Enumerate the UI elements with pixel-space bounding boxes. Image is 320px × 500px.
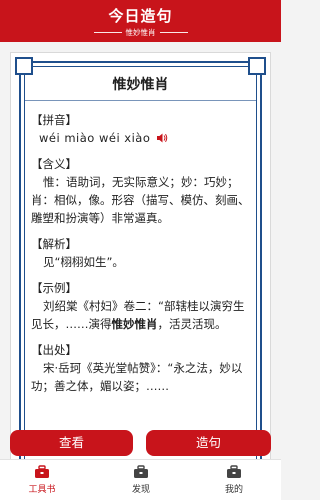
toolbox-icon — [35, 465, 49, 478]
source-label: 【出处】 — [31, 343, 77, 357]
subtitle-divider-left — [93, 31, 122, 33]
tab-discover[interactable]: 发现 — [111, 464, 171, 495]
page-title: 今日造句 — [108, 7, 173, 25]
bottom-nav: 工具书 发现 我的 — [0, 459, 281, 500]
title-divider — [25, 100, 256, 101]
analysis-label: 【解析】 — [31, 237, 77, 251]
pinyin-label: 【拼音】 — [31, 113, 77, 127]
meaning-label: 【含义】 — [31, 157, 77, 171]
tab-toolbook-label: 工具书 — [28, 485, 56, 495]
example-highlight: 惟妙惟肖 — [111, 317, 158, 331]
idiom-card: 惟妙惟肖 【拼音】 wéi miào wéi xiào 【含义】 惟：语助词，无… — [10, 52, 271, 472]
example-label: 【示例】 — [31, 281, 77, 295]
idiom-title: 惟妙惟肖 — [112, 77, 169, 93]
frame-corner-right — [248, 57, 266, 75]
make-sentence-button[interactable]: 造句 — [146, 430, 271, 456]
example-after: ，活灵活现。 — [157, 317, 227, 331]
page-subtitle: 惟妙惟肖 — [125, 27, 156, 37]
tab-mine-label: 我的 — [224, 485, 243, 495]
analysis-text: 见“栩栩如生”。 — [43, 255, 124, 269]
example-text: 刘绍棠《村妇》卷二：“部辖桂以演穷生见长，……演得惟妙惟肖，活灵活现。 — [31, 297, 250, 333]
profile-icon — [227, 465, 241, 478]
pinyin-row: wéi miào wéi xiào — [31, 129, 250, 147]
subtitle-row: 惟妙惟肖 — [0, 26, 281, 38]
tab-toolbook[interactable]: 工具书 — [12, 464, 72, 495]
view-button[interactable]: 查看 — [10, 430, 133, 456]
app-header: 今日造句 惟妙惟肖 — [0, 0, 281, 42]
speaker-icon[interactable] — [156, 132, 168, 144]
card-content: 惟妙惟肖 【拼音】 wéi miào wéi xiào 【含义】 惟：语助词，无… — [25, 73, 256, 471]
source-text: 宋·岳珂《英光堂帖赞》：“永之法，妙以功；善之体，媚以姿；…… — [31, 361, 243, 393]
tab-discover-label: 发现 — [131, 485, 150, 495]
discover-icon — [134, 465, 148, 478]
tab-mine[interactable]: 我的 — [204, 464, 264, 495]
pinyin-text: wéi miào wéi xiào — [39, 131, 151, 145]
meaning-text: 惟：语助词，无实际意义；妙：巧妙；肖：相似，像。形容（描写、模仿、刻画、雕塑和扮… — [31, 175, 250, 225]
subtitle-divider-right — [159, 31, 188, 33]
